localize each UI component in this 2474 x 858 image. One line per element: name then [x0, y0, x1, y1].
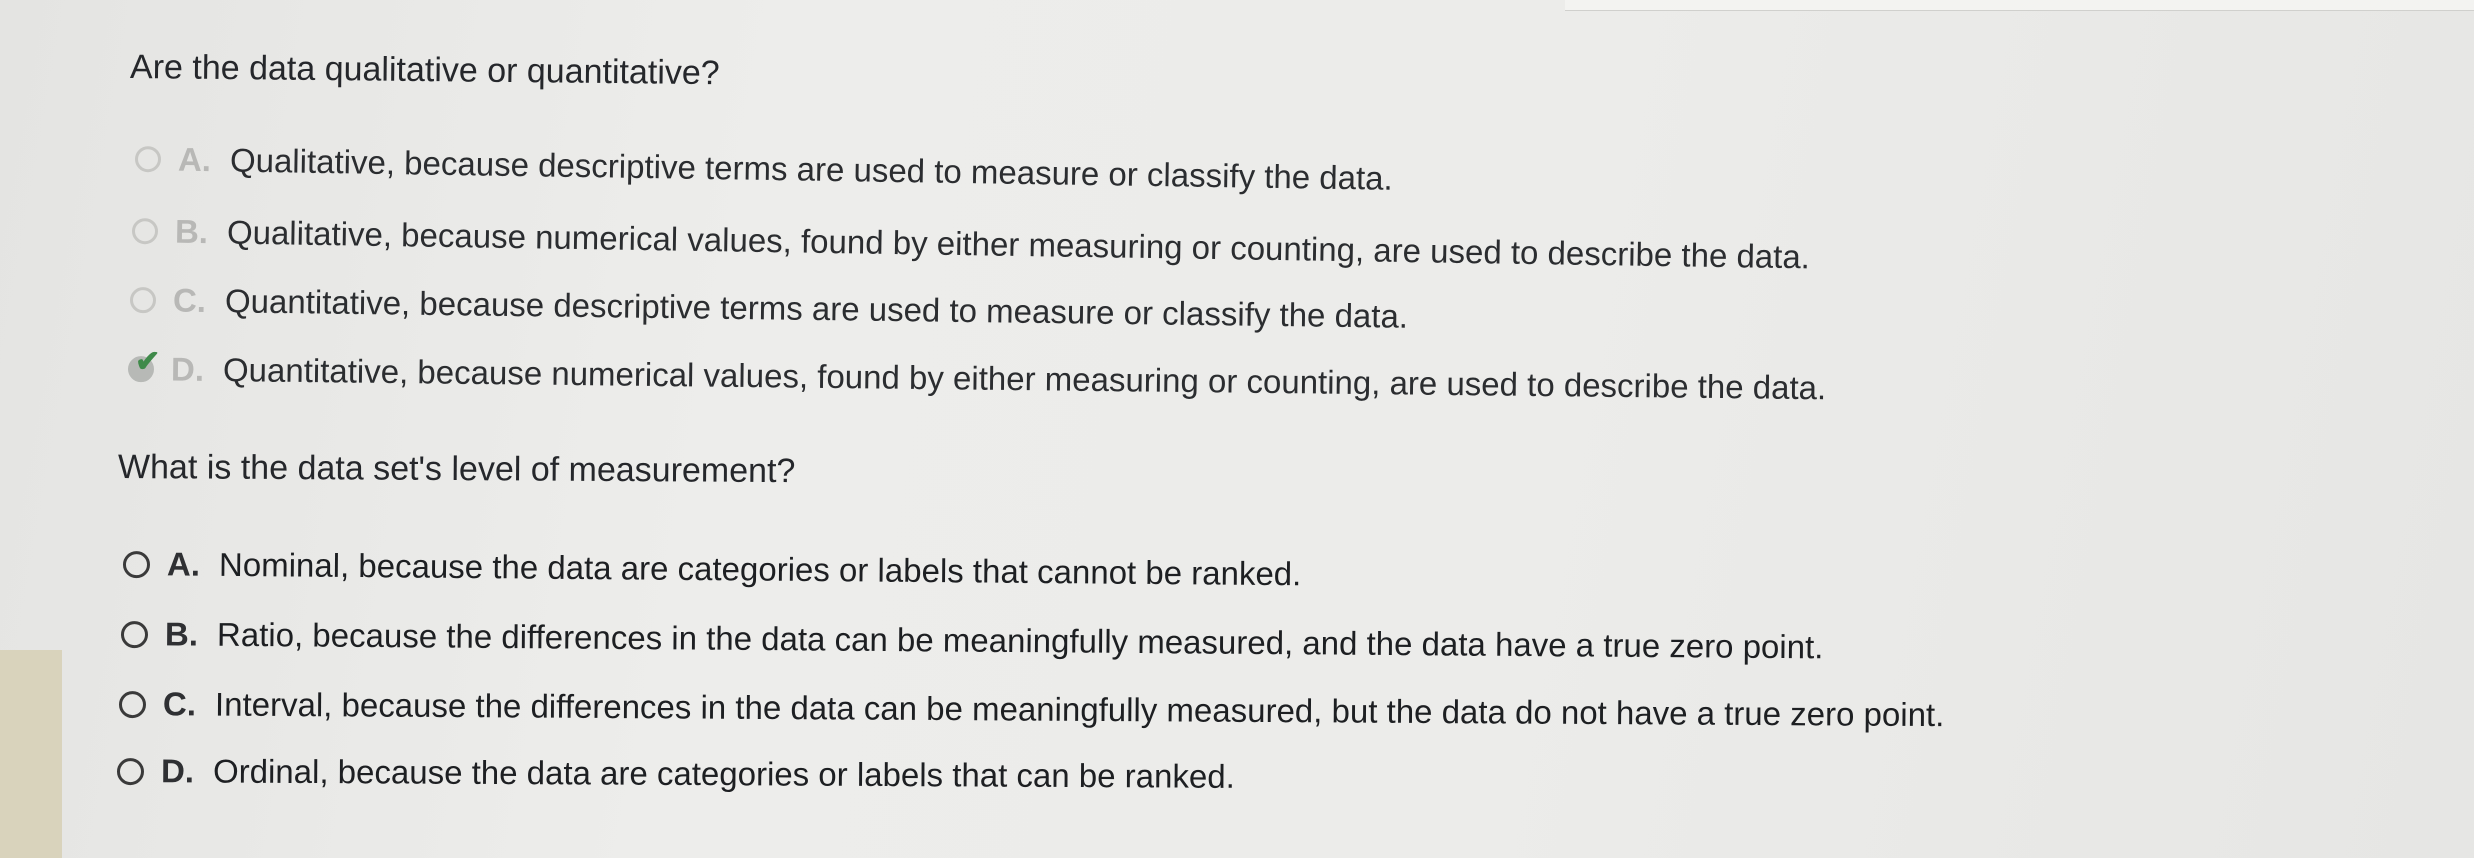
q1-option-b-text: Qualitative, because numerical values, f… [226, 213, 1811, 276]
q1-radio-a[interactable] [134, 146, 162, 173]
q2-radio-b[interactable] [120, 620, 149, 648]
q1-option-c-letter: C. [172, 281, 207, 319]
top-edge-bar [1565, 0, 2474, 11]
q1-option-d-text: Quantitative, because numerical values, … [222, 351, 1827, 407]
q1-option-c-text: Quantitative, because descriptive terms … [224, 282, 1409, 335]
q2-radio-a[interactable] [122, 550, 151, 578]
q1-option-d[interactable]: ✔ D. Quantitative, because numerical val… [127, 345, 1827, 407]
checkmark-icon: ✔ [134, 345, 161, 379]
q2-radio-d[interactable] [116, 757, 145, 785]
q2-option-a-text: Nominal, because the data are categories… [218, 545, 1302, 593]
question-1-text: Are the data qualitative or quantitative… [129, 48, 720, 93]
q2-option-b-letter: B. [164, 615, 199, 653]
q1-radio-b[interactable] [131, 218, 159, 245]
question-2-text: What is the data set's level of measurem… [117, 448, 796, 491]
q1-option-a[interactable]: A. Qualitative, because descriptive term… [134, 140, 1394, 198]
q2-option-b[interactable]: B. Ratio, because the differences in the… [120, 615, 1824, 666]
q2-option-a-letter: A. [166, 545, 201, 583]
q2-option-d-letter: D. [160, 752, 195, 790]
q1-radio-d-selected[interactable]: ✔ [127, 345, 160, 383]
q2-option-c[interactable]: C. Interval, because the differences in … [118, 685, 1945, 734]
q1-option-c[interactable]: C. Quantitative, because descriptive ter… [129, 281, 1409, 336]
q1-option-a-letter: A. [177, 140, 212, 179]
q1-option-d-letter: D. [170, 350, 205, 388]
q2-option-c-text: Interval, because the differences in the… [214, 685, 1945, 734]
q1-option-b-letter: B. [174, 212, 209, 251]
left-edge-strip [0, 650, 62, 858]
q2-option-c-letter: C. [162, 685, 197, 723]
q1-radio-c[interactable] [129, 287, 157, 314]
q2-option-a[interactable]: A. Nominal, because the data are categor… [122, 545, 1302, 593]
q1-option-b[interactable]: B. Qualitative, because numerical values… [131, 212, 1811, 276]
q2-option-b-text: Ratio, because the differences in the da… [216, 615, 1824, 666]
q2-option-d-text: Ordinal, because the data are categories… [212, 752, 1235, 795]
q2-option-d[interactable]: D. Ordinal, because the data are categor… [116, 752, 1235, 796]
q2-radio-c[interactable] [118, 690, 147, 718]
q1-option-a-text: Qualitative, because descriptive terms a… [229, 141, 1394, 197]
